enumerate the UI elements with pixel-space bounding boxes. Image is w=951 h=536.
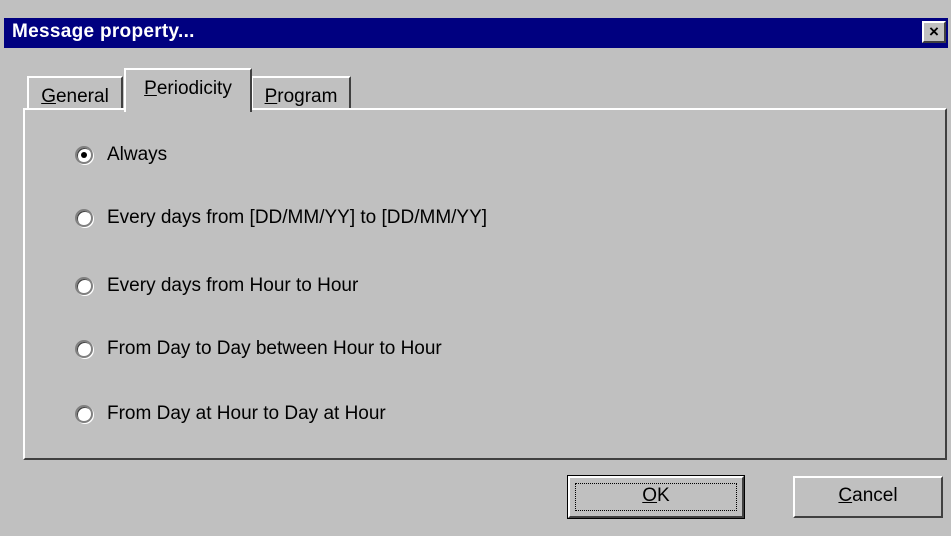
- radio-day-to-day-hours-label: From Day to Day between Hour to Hour: [107, 338, 442, 359]
- cancel-button[interactable]: Cancel: [793, 476, 943, 518]
- tab-program-label: rogram: [277, 86, 338, 107]
- tab-periodicity[interactable]: Periodicity: [124, 68, 252, 112]
- radio-always[interactable]: Always: [75, 142, 167, 168]
- radio-always-button[interactable]: [75, 146, 93, 164]
- radio-day-to-day-hours-button[interactable]: [75, 340, 93, 358]
- tab-program[interactable]: Program: [251, 76, 351, 112]
- radio-every-days-hour-range-label: Every days from Hour to Hour: [107, 275, 359, 296]
- radio-day-to-day-hours[interactable]: From Day to Day between Hour to Hour: [75, 336, 442, 362]
- tab-program-accel: P: [264, 86, 278, 107]
- close-icon[interactable]: ×: [922, 21, 946, 43]
- ok-focus-rect: [575, 483, 737, 511]
- window-title: Message property...: [12, 21, 195, 42]
- cancel-accel: C: [838, 485, 853, 506]
- tab-general-accel: G: [41, 86, 56, 107]
- message-property-dialog: Message property... × General Periodicit…: [0, 0, 951, 536]
- radio-always-label: Always: [107, 144, 168, 165]
- radio-every-days-date-range[interactable]: Every days from [DD/MM/YY] to [DD/MM/YY]: [75, 205, 487, 231]
- title-bar[interactable]: Message property... ×: [4, 18, 948, 48]
- radio-day-at-hour-label: From Day at Hour to Day at Hour: [107, 403, 386, 424]
- tab-periodicity-accel: P: [144, 78, 157, 99]
- radio-day-at-hour-button[interactable]: [75, 405, 93, 423]
- cancel-label: ancel: [852, 485, 898, 506]
- periodicity-panel: Always Every days from [DD/MM/YY] to [DD…: [23, 108, 947, 460]
- radio-every-days-hour-range[interactable]: Every days from Hour to Hour: [75, 273, 358, 299]
- tab-general[interactable]: General: [27, 76, 123, 112]
- radio-every-days-date-range-label: Every days from [DD/MM/YY] to [DD/MM/YY]: [107, 207, 488, 228]
- ok-button[interactable]: OK: [567, 475, 745, 519]
- radio-every-days-hour-range-button[interactable]: [75, 277, 93, 295]
- tab-periodicity-label: eriodicity: [156, 78, 232, 99]
- radio-day-at-hour[interactable]: From Day at Hour to Day at Hour: [75, 401, 386, 427]
- radio-every-days-date-range-button[interactable]: [75, 209, 93, 227]
- tab-general-label: eneral: [55, 86, 109, 107]
